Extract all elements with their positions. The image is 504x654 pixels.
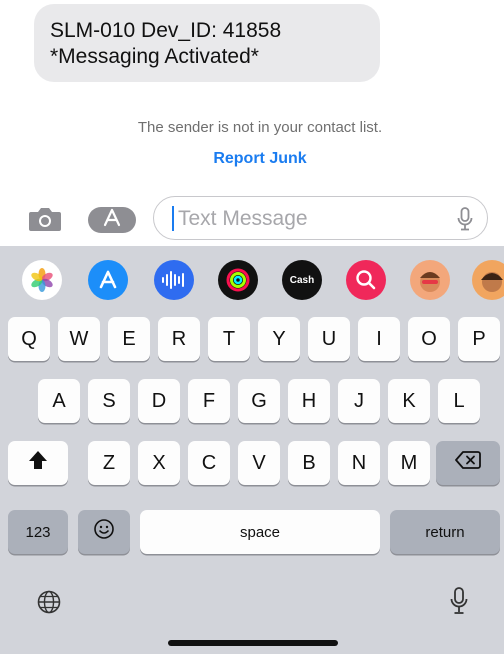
- keyboard: Cash Q W E R T Y U I O P A S D F G H J K…: [0, 246, 504, 654]
- unknown-sender-notice: The sender is not in your contact list.: [137, 119, 383, 136]
- key-b[interactable]: B: [288, 441, 330, 485]
- key-n[interactable]: N: [338, 441, 380, 485]
- app-store-glyph-icon: [101, 208, 123, 233]
- fitness-activity-icon[interactable]: [218, 260, 258, 300]
- key-i[interactable]: I: [358, 317, 400, 361]
- key-t[interactable]: T: [208, 317, 250, 361]
- key-v[interactable]: V: [238, 441, 280, 485]
- key-f[interactable]: F: [188, 379, 230, 423]
- memoji-icon[interactable]: [410, 260, 450, 300]
- message-bubble[interactable]: SLM-010 Dev_ID: 41858 *Messaging Activat…: [34, 4, 380, 82]
- key-c[interactable]: C: [188, 441, 230, 485]
- app-store-button[interactable]: [88, 207, 136, 233]
- delete-key[interactable]: [436, 441, 500, 485]
- photos-app-icon[interactable]: [22, 260, 62, 300]
- backspace-icon: [455, 450, 481, 476]
- key-r[interactable]: R: [158, 317, 200, 361]
- home-indicator[interactable]: [168, 640, 338, 646]
- image-search-icon[interactable]: [346, 260, 386, 300]
- key-d[interactable]: D: [138, 379, 180, 423]
- numbers-key[interactable]: 123: [8, 510, 68, 554]
- app-store-icon[interactable]: [88, 260, 128, 300]
- return-key[interactable]: return: [390, 510, 500, 554]
- apple-cash-icon[interactable]: Cash: [282, 260, 322, 300]
- key-z[interactable]: Z: [88, 441, 130, 485]
- emoji-smiley-icon: [93, 518, 115, 546]
- apple-cash-label: Cash: [289, 274, 315, 286]
- key-l[interactable]: L: [438, 379, 480, 423]
- shift-arrow-icon: [27, 449, 49, 477]
- text-cursor: [172, 206, 174, 231]
- key-j[interactable]: J: [338, 379, 380, 423]
- text-message-placeholder: Text Message: [178, 207, 308, 230]
- key-x[interactable]: X: [138, 441, 180, 485]
- text-message-input[interactable]: Text Message: [153, 196, 488, 240]
- key-q[interactable]: Q: [8, 317, 50, 361]
- key-g[interactable]: G: [238, 379, 280, 423]
- dictation-mic-icon[interactable]: [457, 206, 473, 232]
- key-p[interactable]: P: [458, 317, 500, 361]
- audio-message-icon[interactable]: [154, 260, 194, 300]
- key-e[interactable]: E: [108, 317, 150, 361]
- key-y[interactable]: Y: [258, 317, 300, 361]
- key-a[interactable]: A: [38, 379, 80, 423]
- shift-key[interactable]: [8, 441, 68, 485]
- memoji-2-icon[interactable]: [472, 260, 504, 300]
- emoji-key[interactable]: [78, 510, 130, 554]
- key-s[interactable]: S: [88, 379, 130, 423]
- message-line-2: *Messaging Activated*: [50, 45, 259, 68]
- key-m[interactable]: M: [388, 441, 430, 485]
- globe-icon[interactable]: [36, 589, 62, 615]
- key-k[interactable]: K: [388, 379, 430, 423]
- message-line-1: SLM-010 Dev_ID: 41858: [50, 19, 282, 42]
- report-junk-link[interactable]: Report Junk: [0, 150, 504, 168]
- dictation-icon[interactable]: [450, 586, 468, 616]
- key-w[interactable]: W: [58, 317, 100, 361]
- camera-icon[interactable]: [27, 205, 63, 233]
- key-u[interactable]: U: [308, 317, 350, 361]
- space-key[interactable]: space: [140, 510, 380, 554]
- key-h[interactable]: H: [288, 379, 330, 423]
- key-o[interactable]: O: [408, 317, 450, 361]
